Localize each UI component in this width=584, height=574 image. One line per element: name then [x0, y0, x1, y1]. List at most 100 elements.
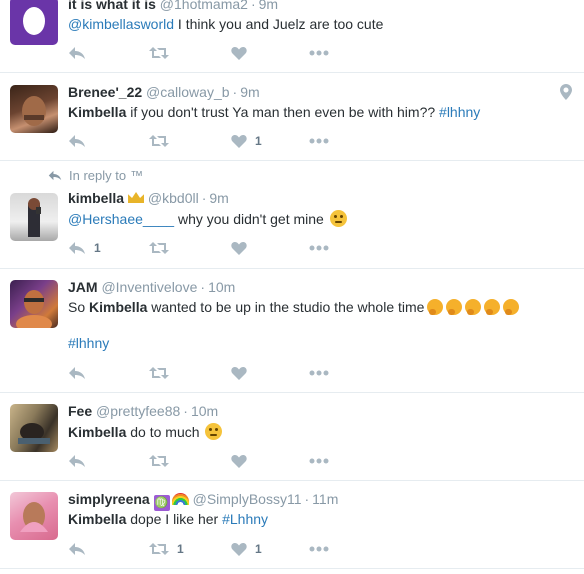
tweet-item[interactable]: JAM @Inventivelove · 10m So Kimbella wante… [0, 269, 584, 393]
like-button[interactable]: 1 [231, 131, 262, 151]
tweet-item[interactable]: Fee @prettyfee88 · 10m Kimbella do to much [0, 393, 584, 481]
avatar[interactable] [10, 85, 58, 133]
reply-button[interactable] [68, 363, 86, 383]
tweet-text-content: wanted to be up in the studio the whole … [147, 299, 425, 315]
user-handle[interactable]: @Inventivelove [101, 279, 197, 295]
crown-emoji-icon [128, 192, 145, 203]
retweet-button[interactable] [149, 238, 169, 258]
reply-button[interactable] [68, 451, 86, 471]
retweet-button[interactable] [149, 451, 169, 471]
like-button[interactable] [231, 363, 247, 383]
separator: · [201, 190, 207, 206]
more-button[interactable] [309, 539, 329, 559]
reply-count: 1 [94, 241, 101, 255]
highlight-keyword: Kimbella [89, 299, 148, 315]
reply-context-icon [48, 170, 62, 181]
retweet-icon [149, 455, 169, 467]
tweet-text-content: dope I like her [126, 511, 223, 527]
separator: · [200, 279, 206, 295]
display-name[interactable]: simplyreena [68, 491, 150, 507]
display-name[interactable]: Brenee'_22 [68, 84, 142, 100]
hashtag-link[interactable]: #lhhny [439, 104, 480, 120]
retweet-button[interactable] [149, 43, 169, 63]
mention-link[interactable]: @kimbellasworld [68, 16, 174, 32]
avatar[interactable] [10, 492, 58, 540]
tweet-item[interactable]: Brenee'_22 @calloway_b · 9m Kimbella if yo… [0, 73, 584, 161]
reply-icon [69, 135, 85, 147]
avatar[interactable] [10, 193, 58, 241]
more-button[interactable] [309, 43, 329, 63]
user-handle[interactable]: @prettyfee88 [96, 403, 180, 419]
retweet-button[interactable]: 1 [149, 539, 184, 559]
retweet-button[interactable] [149, 131, 169, 151]
user-handle[interactable]: @SimplyBossy11 [193, 491, 302, 507]
more-icon [309, 370, 329, 376]
tweet-actions: 1 [68, 131, 348, 151]
tweet-text-line-2: #lhhny [68, 335, 109, 351]
separator: · [304, 491, 310, 507]
timestamp[interactable]: 9m [240, 84, 259, 100]
timestamp[interactable]: 10m [191, 403, 218, 419]
tweet-item[interactable]: it is what it is @1hotmama2 · 9m @kimbella… [0, 0, 584, 73]
reply-icon [69, 47, 85, 59]
more-icon [309, 50, 329, 56]
egg-avatar-icon [23, 7, 45, 35]
timestamp[interactable]: 9m [259, 0, 278, 12]
tweet-text-content: if you don't trust Ya man then even be w… [126, 104, 440, 120]
hashtag-link[interactable]: #lhhny [68, 335, 109, 351]
user-handle[interactable]: @kbd0ll [148, 190, 199, 206]
like-button[interactable] [231, 43, 247, 63]
display-name[interactable]: JAM [68, 279, 98, 295]
display-name[interactable]: it is what it is [68, 0, 156, 12]
highlight-keyword: Kimbella [68, 424, 127, 440]
mention-link[interactable]: @Hershaee____ [68, 211, 174, 227]
display-name[interactable]: Fee [68, 403, 92, 419]
avatar[interactable] [10, 280, 58, 328]
more-icon [309, 138, 329, 144]
avatar[interactable] [10, 0, 58, 45]
like-button[interactable] [231, 238, 247, 258]
user-handle[interactable]: @1hotmama2 [160, 0, 248, 12]
thinking-emoji-icon [465, 299, 482, 315]
avatar[interactable] [10, 404, 58, 452]
display-name[interactable]: kimbella [68, 190, 124, 206]
reply-button[interactable]: 1 [68, 238, 101, 258]
timestamp[interactable]: 9m [209, 190, 228, 206]
emoji-icon [205, 423, 223, 440]
like-button[interactable]: 1 [231, 539, 262, 559]
user-handle[interactable]: @calloway_b [146, 84, 229, 100]
reply-button[interactable] [68, 43, 86, 63]
more-button[interactable] [309, 238, 329, 258]
reply-icon [69, 242, 85, 254]
hashtag-link[interactable]: #Lhhny [222, 511, 268, 527]
tweet-text: Kimbella dope I like her #Lhhny [68, 511, 268, 527]
tweet-text-prefix: So [68, 299, 90, 315]
retweet-icon [149, 47, 169, 59]
more-icon [309, 245, 329, 251]
thinking-emoji-icon [503, 299, 520, 315]
more-button[interactable] [309, 131, 329, 151]
thinking-emoji-icon [446, 299, 463, 315]
reply-context[interactable]: In reply to ™ [48, 168, 143, 183]
more-button[interactable] [309, 363, 329, 383]
like-button[interactable] [231, 451, 247, 471]
reply-button[interactable] [68, 539, 86, 559]
thinking-emoji-icon [484, 299, 501, 315]
profile-photo [20, 502, 48, 532]
separator: · [232, 84, 238, 100]
tweet-actions [68, 43, 348, 63]
profile-photo [16, 290, 52, 328]
more-button[interactable] [309, 451, 329, 471]
reply-button[interactable] [68, 131, 86, 151]
timestamp[interactable]: 11m [312, 491, 338, 507]
retweet-button[interactable] [149, 363, 169, 383]
highlight-keyword: Kimbella [68, 104, 127, 120]
tweet-actions: 1 1 [68, 539, 348, 559]
timestamp[interactable]: 10m [208, 279, 235, 295]
tweet-item[interactable]: simplyreena ♍ @SimplyBossy11 · 11m Kimbella… [0, 481, 584, 569]
location-pin-icon[interactable] [560, 84, 572, 100]
separator: · [250, 0, 256, 12]
tweet-text: Kimbella if you don't trust Ya man then … [68, 104, 480, 120]
tweet-text: So Kimbella wanted to be up in the studi… [68, 299, 520, 315]
heart-icon [231, 366, 247, 380]
